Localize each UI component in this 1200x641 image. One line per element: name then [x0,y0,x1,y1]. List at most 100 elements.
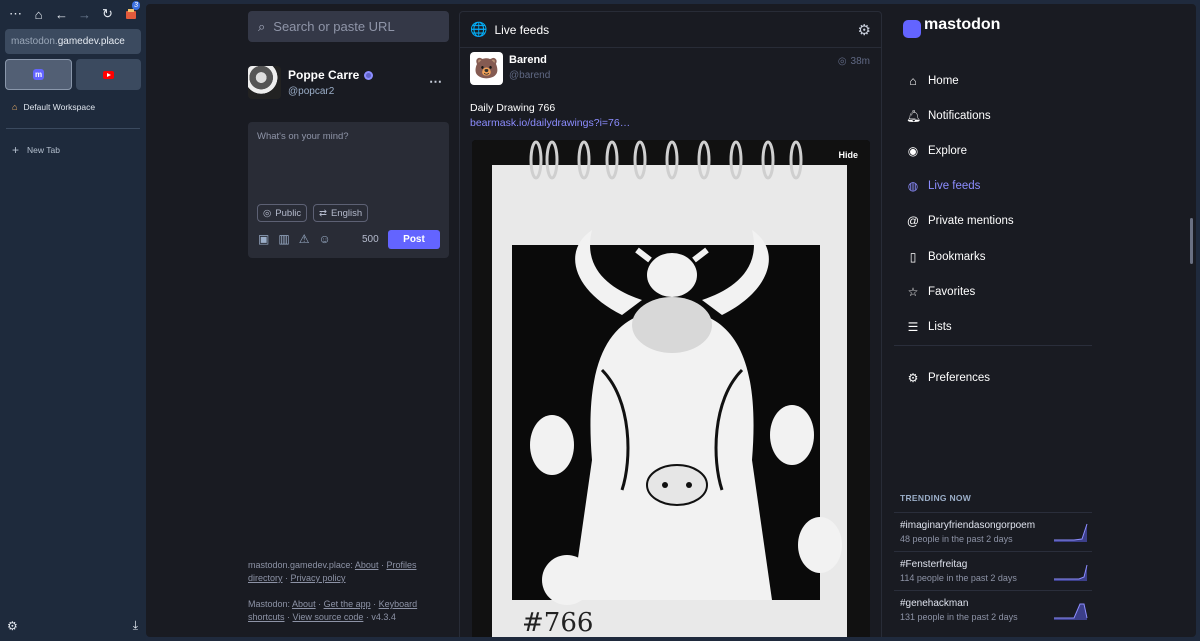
nav-favorites[interactable]: ☆ Favorites [906,274,1096,309]
pinned-tab-mastodon[interactable]: m [5,59,72,90]
about-mastodon-link[interactable]: About [292,599,316,609]
forward-icon[interactable]: → [73,6,96,22]
version-label: v4.3.4 [371,612,396,622]
sidebar-divider [6,128,140,129]
globe-icon: 🌐 [470,21,488,37]
mastodon-icon [903,20,921,38]
hide-media-button[interactable]: Hide [838,150,858,160]
account-card: Poppe Carre @popcar2 ⋯ [248,66,449,102]
more-icon[interactable]: ⋯ [4,6,27,22]
status-time: 38m [850,56,870,67]
notification-extension-icon[interactable]: 3 [119,1,142,22]
view-source-link[interactable]: View source code [293,612,364,622]
account-menu-icon[interactable]: ⋯ [429,74,443,90]
nav-lists-label: Lists [928,320,952,333]
language-dropdown[interactable]: ⇄ English [313,204,369,222]
url-bar[interactable]: mastodon.gamedev.place [5,29,141,54]
mastodon-logo[interactable]: mastodon [903,16,1001,38]
status-handle: @barend [509,70,551,81]
trending-sparkline [1054,564,1088,581]
globe-icon: ◍ [907,179,919,194]
preferences-nav: ⚙ Preferences [906,360,1096,395]
mastodon-app: ⌕ Search or paste URL Poppe Carre @popca… [146,4,1196,637]
nav-private-mentions[interactable]: @ Private mentions [906,204,1096,239]
about-link[interactable]: About [355,560,379,570]
globe-icon: ◎ [837,56,847,67]
status-display-name[interactable]: Barend [509,54,547,66]
visibility-label: Public [275,207,302,219]
back-icon[interactable]: ← [50,6,73,22]
reload-icon[interactable]: ↻ [96,6,119,22]
nav-bookmarks-label: Bookmarks [928,250,986,263]
extension-badge: 3 [132,1,140,10]
status-link[interactable]: bearmask.io/dailydrawings?i=76… [470,117,630,129]
nav-notifications[interactable]: 🔔︎ Notifications [906,98,1096,133]
trending-sparkline [1054,523,1088,542]
trending-item[interactable]: #imaginaryfriendasongorpoem 48 people in… [894,512,1092,550]
nav-explore-label: Explore [928,144,967,157]
drawing-image [472,140,870,637]
nav-explore[interactable]: ◉ Explore [906,133,1096,168]
url-host: mastodon. [11,36,58,47]
star-icon: ☆ [907,284,919,299]
status-media[interactable]: Hide #766 [472,140,870,637]
at-icon: @ [906,214,920,229]
character-counter: 500 [362,234,379,245]
column-settings-icon[interactable]: ⚙ [858,21,871,39]
poll-icon[interactable]: ▥ [278,232,289,246]
trending-title: TRENDING NOW [900,493,972,503]
mastodon-links: Mastodon: About · Get the app · Keyboard… [248,599,418,622]
drawing-number-label: #766 [522,608,594,637]
nav-live-feeds-label: Live feeds [928,180,981,193]
pinned-tabs: m [5,59,141,90]
compose-textarea[interactable]: What's on your mind? [257,131,349,142]
trending-count: 131 people in the past 2 days [900,612,1018,622]
nav-home[interactable]: ⌂ Home [906,63,1096,98]
nav-live-feeds[interactable]: ◍ Live feeds [906,169,1096,204]
logo-text: mastodon [924,16,1001,33]
nav-lists[interactable]: ☰ Lists [906,309,1096,344]
nav-preferences[interactable]: ⚙ Preferences [906,360,1096,395]
avatar[interactable] [248,66,281,99]
url-domain: gamedev.place [57,36,125,47]
new-tab-button[interactable]: + New Tab [12,143,60,157]
trending-sparkline [1054,603,1088,620]
list-icon: ☰ [907,319,919,334]
privacy-policy-link[interactable]: Privacy policy [291,573,346,583]
download-icon[interactable]: ⤓ [133,618,138,633]
search-placeholder: Search or paste URL [273,19,395,34]
column-header[interactable]: 🌐 Live feeds ⚙ [460,12,881,48]
search-input[interactable]: ⌕ Search or paste URL [248,11,449,42]
settings-icon[interactable]: ⚙ [7,619,18,633]
workspace-selector[interactable]: ⌂ Default Workspace [12,102,95,112]
warning-icon[interactable]: ⚠ [299,232,310,246]
profile-handle: @popcar2 [288,86,335,97]
emoji-icon[interactable]: ☺ [318,232,330,246]
post-button[interactable]: Post [388,230,440,249]
trending-item[interactable]: #Fensterfreitag 114 people in the past 2… [894,551,1092,589]
bookmark-icon: ▯ [909,249,917,264]
pinned-tab-youtube[interactable] [76,59,141,90]
live-feeds-column: 🌐 Live feeds ⚙ 🐻 Barend @barend ◎ 38m Dai… [459,11,882,637]
compose-toolbar: ▣ ▥ ⚠ ☺ [258,232,331,246]
trending-item[interactable]: #genehackman 131 people in the past 2 da… [894,590,1092,628]
profile-name-row[interactable]: Poppe Carre [288,68,374,82]
extensions-icon[interactable]: ⌂ [27,6,50,22]
visibility-dropdown[interactable]: ◎ Public [257,204,308,222]
get-app-link[interactable]: Get the app [324,599,371,609]
nav-divider [894,345,1092,346]
status-timestamp[interactable]: ◎ 38m [838,56,870,67]
house-icon: ⌂ [12,102,18,112]
trending-tag: #genehackman [900,598,969,609]
nav-home-label: Home [928,74,959,87]
nav-preferences-label: Preferences [928,371,991,384]
compass-icon: ◉ [907,143,919,158]
instance-name: mastodon.gamedev.place [248,560,351,570]
translate-icon: ⇄ [319,207,327,219]
status-avatar[interactable]: 🐻 [470,52,503,85]
nav-bookmarks[interactable]: ▯ Bookmarks [906,239,1096,274]
workspace-label: Default Workspace [23,102,96,112]
gear-icon: ⚙ [907,370,919,385]
image-upload-icon[interactable]: ▣ [258,232,269,246]
scrollbar[interactable] [1190,218,1193,264]
